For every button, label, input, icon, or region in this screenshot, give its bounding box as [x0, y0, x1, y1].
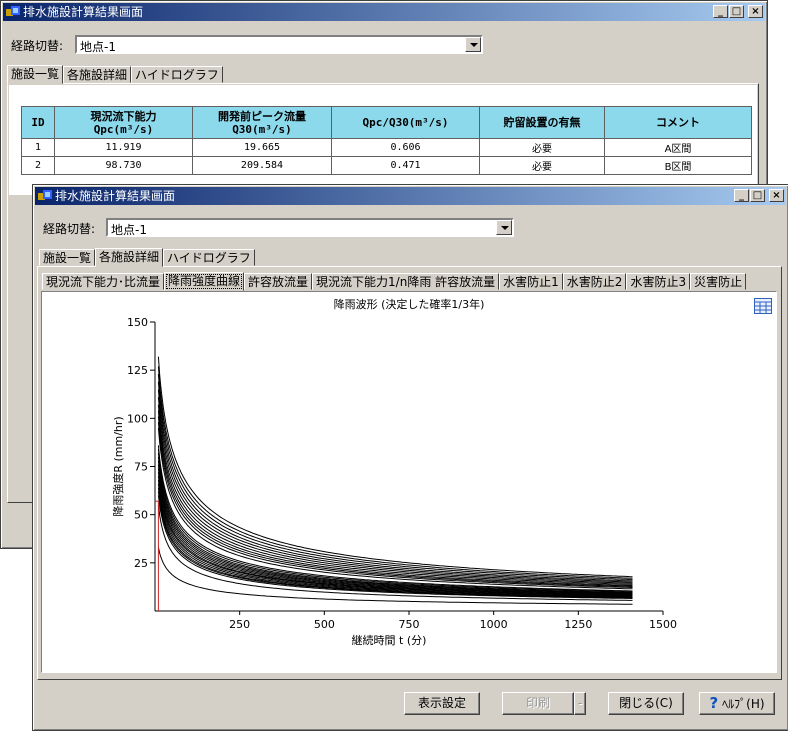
col-header-ratio: Qpc/Q30(m³/s): [331, 106, 480, 139]
col-header-comment: コメント: [604, 106, 752, 139]
tab-facility-detail[interactable]: 各施設詳細: [95, 248, 164, 267]
cell-comment: B区間: [604, 156, 752, 175]
tab-hydrograph[interactable]: ハイドログラフ: [163, 249, 255, 266]
route-select[interactable]: 地点-1: [106, 218, 514, 237]
app-icon: [38, 190, 52, 200]
series-line: [157, 356, 633, 578]
col-header-id: ID: [21, 106, 55, 139]
y-tick-label: 75: [134, 461, 148, 474]
x-tick-label: 1000: [480, 618, 508, 631]
maximize-icon[interactable]: □: [729, 5, 744, 18]
route-select-value: 地点-1: [80, 40, 116, 54]
x-axis-label: 継続時間 t (分): [352, 633, 427, 647]
close-button[interactable]: 閉じる(C): [608, 692, 684, 715]
subtab-capacity-1n[interactable]: 現況流下能力1/n降雨 許容放流量: [312, 273, 500, 290]
subtab-flood3[interactable]: 水害防止3: [626, 273, 691, 290]
print-options-button[interactable]: -: [574, 692, 586, 715]
subtab-disaster[interactable]: 災害防止: [690, 273, 747, 290]
chart-area: 降雨波形 (決定した確率1/3年) 25 50 75 100 125 150 250 500 75…: [41, 291, 777, 673]
print-button[interactable]: 印刷: [502, 692, 574, 715]
col-header-q30: 開発前ピーク流量 Q30(m³/s): [192, 106, 332, 139]
front-window-titlebar[interactable]: 排水施設計算結果画面 _ □ ×: [35, 187, 786, 205]
cell-ratio: 0.471: [331, 156, 480, 175]
x-tick-label: 500: [314, 618, 335, 631]
help-icon: ?: [709, 694, 719, 712]
y-axis-label: 降雨強度R (mm/hr): [111, 416, 125, 516]
cell-qpc: 11.919: [54, 138, 193, 157]
subtab-allowable-discharge[interactable]: 許容放流量: [244, 273, 313, 290]
tab-facility-list[interactable]: 施設一覧: [39, 249, 96, 266]
tab-hydrograph[interactable]: ハイドログラフ: [131, 66, 223, 83]
y-tick-label: 25: [134, 557, 148, 570]
series-line: [157, 397, 633, 584]
x-tick-label: 250: [229, 618, 250, 631]
y-tick-label: 100: [127, 412, 148, 425]
subtab-rainfall-curve[interactable]: 降雨強度曲線: [164, 272, 245, 291]
back-window-titlebar[interactable]: 排水施設計算結果画面 _ □ ×: [3, 3, 765, 21]
y-tick-label: 50: [134, 509, 148, 522]
series-line: [157, 416, 633, 587]
series-line: [157, 389, 633, 583]
cell-storage: 必要: [479, 138, 605, 157]
tab-facility-detail[interactable]: 各施設詳細: [63, 66, 132, 83]
y-tick-label: 125: [127, 364, 148, 377]
x-tick-label: 750: [399, 618, 420, 631]
route-select[interactable]: 地点-1: [75, 35, 483, 54]
close-icon[interactable]: ×: [748, 5, 763, 18]
cell-comment: A区間: [604, 138, 752, 157]
minimize-icon[interactable]: _: [713, 5, 728, 18]
table-row[interactable]: 2 98.730 209.584 0.471 必要 B区間: [21, 156, 752, 175]
x-tick-label: 1500: [649, 618, 677, 631]
y-tick-label: 150: [127, 316, 148, 329]
back-window-title: 排水施設計算結果画面: [23, 5, 144, 19]
chart-title: 降雨波形 (決定した確率1/3年): [334, 297, 485, 311]
display-settings-button[interactable]: 表示設定: [404, 692, 480, 715]
app-icon: [6, 6, 20, 16]
route-label: 経路切替:: [11, 39, 64, 53]
close-icon[interactable]: ×: [769, 189, 784, 202]
front-window: 排水施設計算結果画面 _ □ × 経路切替: 地点-1 施設一覧 各施設詳細 ハ…: [32, 184, 788, 731]
cell-id: 2: [21, 156, 55, 175]
series-line: [157, 483, 633, 598]
cell-q30: 209.584: [192, 156, 332, 175]
help-button[interactable]: ? ﾍﾙﾌﾟ(H): [699, 692, 775, 715]
route-select-value: 地点-1: [111, 223, 147, 237]
cell-qpc: 98.730: [54, 156, 193, 175]
cell-storage: 必要: [479, 156, 605, 175]
tab-facility-list[interactable]: 施設一覧: [7, 65, 64, 84]
table-icon[interactable]: [754, 298, 772, 314]
subtab-flood1[interactable]: 水害防止1: [499, 273, 563, 290]
minimize-icon[interactable]: _: [734, 189, 749, 202]
cell-ratio: 0.606: [331, 138, 480, 157]
maximize-icon[interactable]: □: [750, 189, 765, 202]
col-header-qpc: 現況流下能力 Qpc(m³/s): [54, 106, 193, 139]
subtab-capacity[interactable]: 現況流下能力･比流量: [42, 273, 165, 290]
cell-q30: 19.665: [192, 138, 332, 157]
table-row[interactable]: 1 11.919 19.665 0.606 必要 A区間: [21, 138, 752, 157]
x-tick-label: 1250: [564, 618, 592, 631]
result-table: ID 現況流下能力 Qpc(m³/s) 開発前ピーク流量 Q30(m³/s) Q…: [21, 106, 752, 175]
cell-id: 1: [21, 138, 55, 157]
front-window-title: 排水施設計算結果画面: [55, 189, 176, 203]
rainfall-chart: 降雨波形 (決定した確率1/3年) 25 50 75 100 125 150 250 500 75…: [111, 297, 677, 647]
chevron-down-icon[interactable]: [465, 37, 481, 52]
chevron-down-icon[interactable]: [496, 220, 512, 235]
route-label: 経路切替:: [43, 222, 96, 236]
subtab-flood2[interactable]: 水害防止2: [562, 273, 627, 290]
col-header-storage: 貯留設置の有無: [479, 106, 605, 139]
series-line: [157, 381, 633, 582]
